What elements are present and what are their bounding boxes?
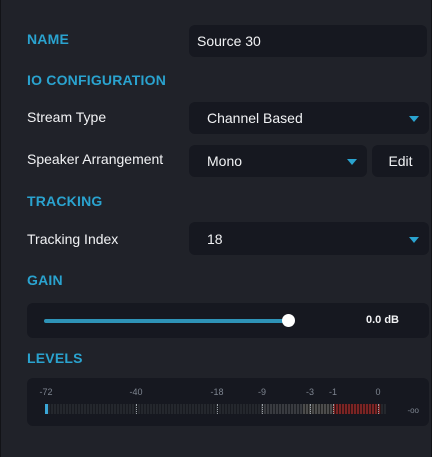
level-meter: -72 -40 -18 -9 -3 -1 0 -oo <box>27 378 429 426</box>
level-tick: -40 <box>129 387 143 397</box>
stream-type-value: Channel Based <box>207 110 303 126</box>
meter-zone-mid <box>261 404 303 414</box>
gain-slider-track[interactable] <box>44 319 289 323</box>
meter-gridline <box>136 404 138 414</box>
level-tick: -72 <box>39 387 53 397</box>
level-tick: -9 <box>257 387 267 397</box>
meter-floor-label: -oo <box>407 406 419 415</box>
name-input[interactable]: Source 30 <box>189 25 427 57</box>
tracking-title: TRACKING <box>27 193 103 209</box>
speaker-arrangement-value: Mono <box>207 153 243 169</box>
speaker-arrangement-dropdown[interactable]: Mono <box>189 145 367 177</box>
level-tick: -18 <box>210 387 224 397</box>
name-input-value: Source 30 <box>197 33 261 49</box>
stream-type-dropdown[interactable]: Channel Based <box>189 102 429 134</box>
meter-gridline <box>262 404 264 414</box>
edit-button[interactable]: Edit <box>372 145 429 177</box>
chevron-down-icon <box>409 236 419 243</box>
stream-type-label: Stream Type <box>27 109 107 125</box>
meter-level-indicator <box>45 404 48 414</box>
source-properties-panel: NAME Source 30 IO CONFIGURATION Stream T… <box>0 0 432 457</box>
level-tick: -3 <box>305 387 315 397</box>
meter-gridline <box>378 404 380 414</box>
meter-gridline <box>333 404 335 414</box>
gain-control: 0.0 dB <box>27 303 429 338</box>
chevron-down-icon <box>409 116 419 122</box>
chevron-down-icon <box>347 159 357 165</box>
level-tick: 0 <box>375 387 381 397</box>
level-meter-bar <box>45 404 386 414</box>
level-tick: -1 <box>328 387 338 397</box>
tracking-index-value: 18 <box>207 230 223 247</box>
meter-zone-high <box>303 404 333 414</box>
speaker-arrangement-label: Speaker Arrangement <box>27 151 164 167</box>
name-section-title: NAME <box>27 31 70 47</box>
meter-gridline <box>310 404 312 414</box>
gain-value: 0.0 dB <box>365 314 399 326</box>
gain-title: GAIN <box>27 272 63 288</box>
meter-zone-clip <box>333 404 381 414</box>
meter-gridline <box>217 404 219 414</box>
tracking-index-label: Tracking Index <box>27 231 119 247</box>
tracking-index-dropdown[interactable]: 18 <box>189 222 429 255</box>
gain-slider-handle[interactable] <box>282 314 295 327</box>
levels-title: LEVELS <box>27 350 83 366</box>
io-configuration-title: IO CONFIGURATION <box>27 72 167 88</box>
